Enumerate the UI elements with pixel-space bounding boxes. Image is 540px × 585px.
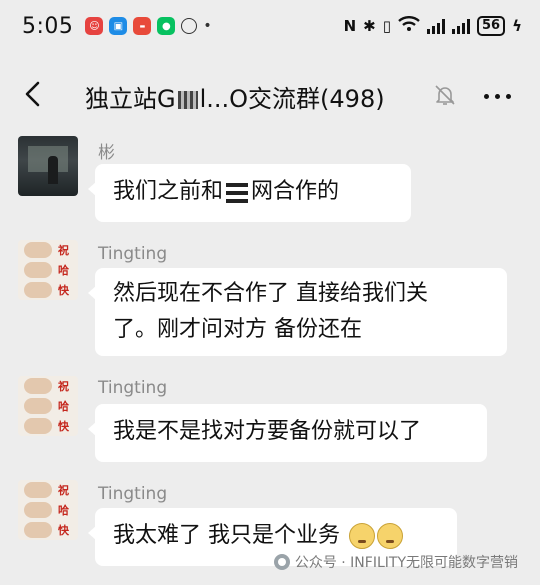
- charging-icon: ϟ: [512, 17, 522, 35]
- wechat-official-account-icon: [273, 554, 290, 570]
- sender-name: Tingting: [98, 484, 168, 504]
- notification-icons: ☺ ▣ ▬ ● •: [85, 17, 212, 35]
- message-text: 然后现在不合作了 直接给我们关: [113, 281, 428, 306]
- worried-face-emoji-icon: [377, 523, 403, 549]
- watermark-text: 公众号 · INFILITY无限可能数字营销: [294, 555, 518, 571]
- battery-icon: 56: [477, 16, 506, 36]
- status-time: 5:05: [22, 13, 74, 39]
- status-bar: 5:05 ☺ ▣ ▬ ● • N ✱ ▯ 56 ϟ: [0, 0, 540, 52]
- message-bubble[interactable]: 然后现在不合作了 直接给我们关 了。刚才问对方 备份还在: [88, 268, 507, 356]
- message-text: 我们之前和: [113, 179, 224, 204]
- mute-bell-icon: [435, 85, 455, 105]
- notification-app-icon: ▣: [109, 17, 128, 35]
- wifi-icon: [398, 16, 420, 36]
- sender-name: 彬: [98, 143, 115, 163]
- chat-title-suffix: l...O交流群(498): [199, 85, 385, 113]
- message-text: 我太难了 我只是个业务: [113, 523, 340, 548]
- notification-app-icon: ☺: [85, 17, 104, 35]
- sender-name: Tingting: [98, 244, 168, 264]
- avatar[interactable]: 祝 哈 快: [18, 240, 78, 300]
- more-notifications-icon: •: [203, 18, 212, 34]
- system-icons: N ✱ ▯ 56 ϟ: [344, 16, 522, 36]
- redacted-text: [177, 91, 198, 109]
- avatar[interactable]: 祝 哈 快: [18, 480, 78, 540]
- chat-title-mid: G: [157, 85, 176, 113]
- avatar[interactable]: 祝 哈 快: [18, 376, 78, 436]
- chat-title: 独立站G l...O交流群(498): [85, 79, 385, 114]
- chat-header: 独立站G l...O交流群(498): [0, 62, 540, 126]
- message-text: 我是不是找对方要备份就可以了: [113, 419, 422, 444]
- message-bubble[interactable]: 我是不是找对方要备份就可以了: [88, 404, 487, 462]
- chat-title-prefix: 独立站: [85, 85, 157, 113]
- notification-app-icon: [181, 18, 198, 34]
- avatar[interactable]: [18, 136, 78, 196]
- nfc-icon: N: [343, 17, 357, 35]
- notification-app-icon: ▬: [133, 17, 152, 35]
- wechat-icon: ●: [157, 17, 176, 35]
- message-bubble[interactable]: 我们之前和 网合作的: [88, 164, 411, 222]
- signal-icon: [427, 18, 445, 34]
- message-text: 了。刚才问对方 备份还在: [113, 317, 362, 342]
- sender-name: Tingting: [98, 378, 168, 398]
- signal-icon: [452, 18, 470, 34]
- watermark: 公众号 · INFILITY无限可能数字营销: [273, 552, 518, 572]
- message-text: 网合作的: [251, 179, 340, 204]
- back-arrow-icon[interactable]: [20, 80, 48, 108]
- redacted-text: [226, 181, 249, 203]
- vibrate-icon: ▯: [382, 17, 391, 35]
- worried-face-emoji-icon: [349, 523, 375, 549]
- bluetooth-icon: ✱: [363, 17, 376, 35]
- more-dots-icon[interactable]: [484, 94, 511, 99]
